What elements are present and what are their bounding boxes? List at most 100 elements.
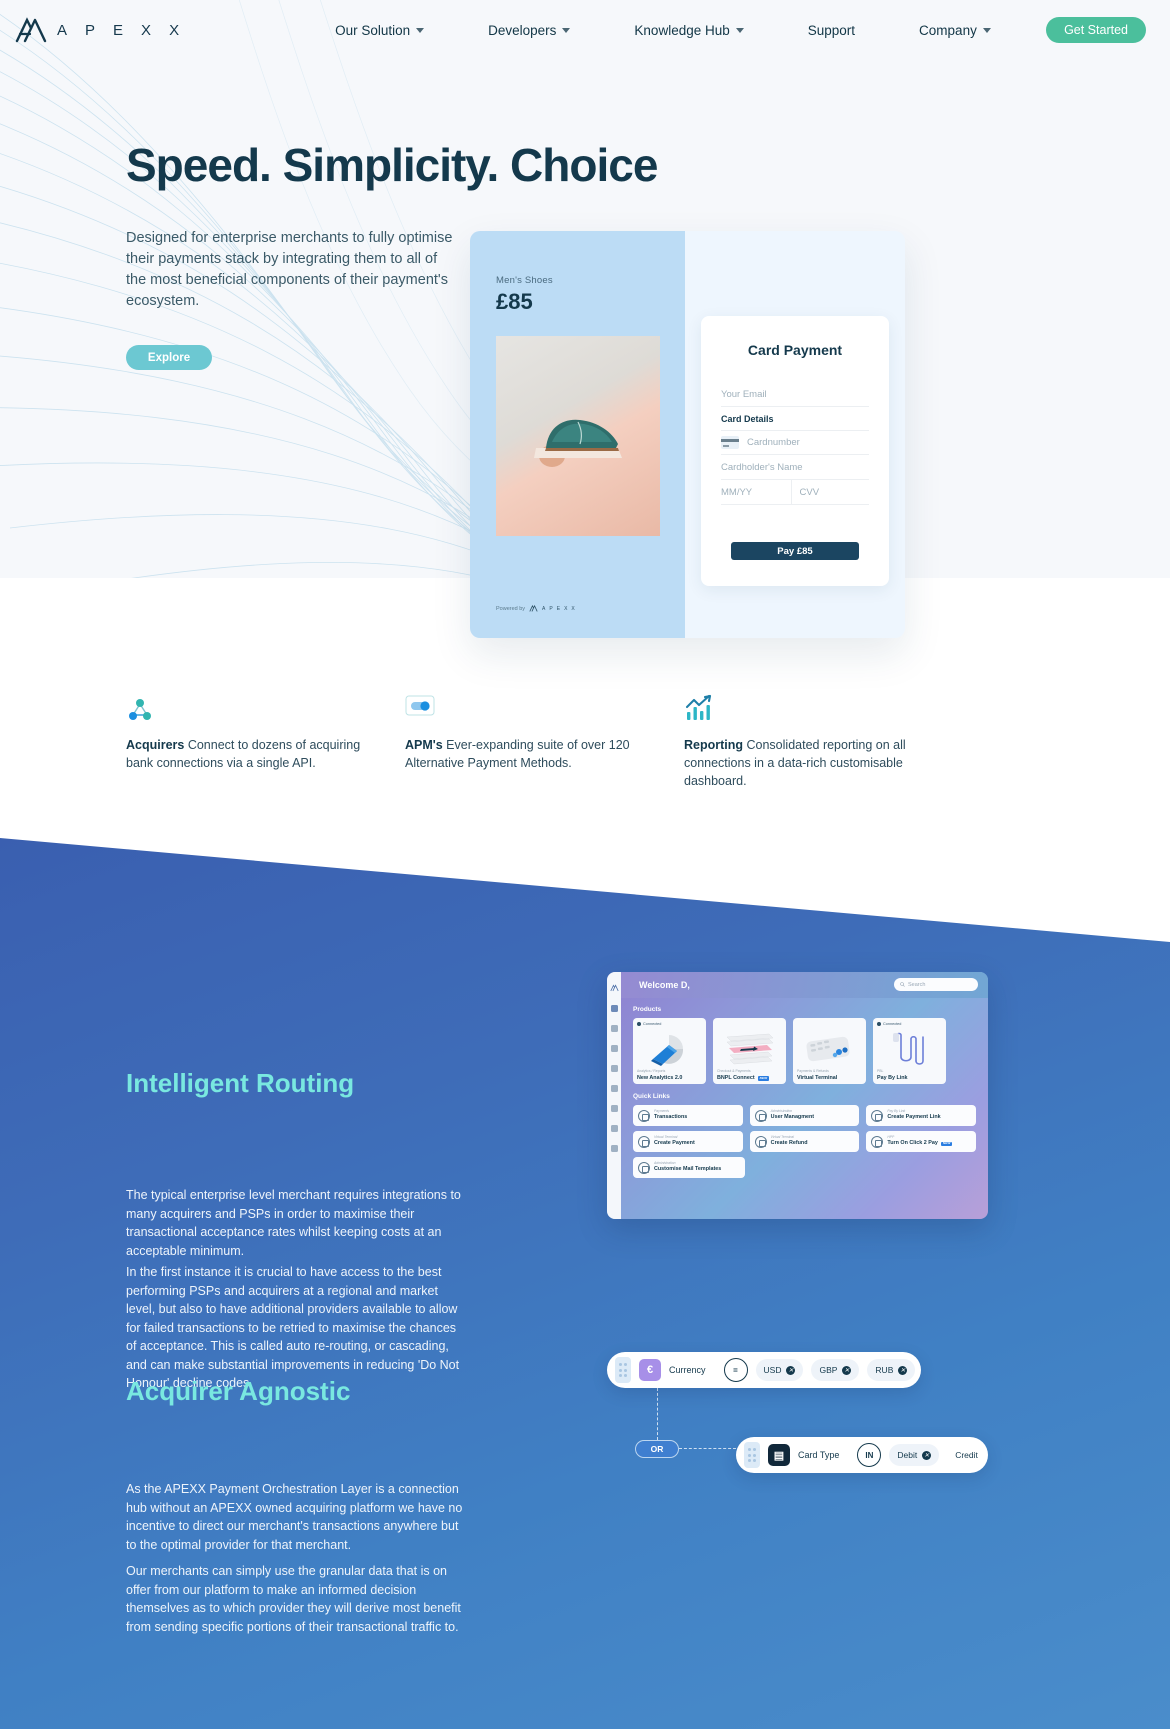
product-card[interactable]: Connected PBL Pay By Link [873, 1018, 946, 1084]
logo-letter-1: A [57, 21, 68, 39]
refund-icon [754, 1135, 767, 1148]
feature-title: Acquirers [126, 738, 185, 752]
card-details-label: Card Details [721, 407, 869, 431]
features-row: Acquirers Connect to dozens of acquiring… [0, 680, 1170, 840]
rail-icon-settings[interactable] [610, 1125, 618, 1132]
product-category: Analytics / Reports [637, 1069, 666, 1073]
rail-icon-links[interactable] [610, 1105, 618, 1112]
value-chip-usd[interactable]: USD ✕ [755, 1359, 804, 1381]
cardnumber-field[interactable]: Cardnumber [747, 437, 800, 448]
chip-label: Debit [897, 1450, 918, 1460]
chevron-down-icon [982, 27, 991, 33]
dashboard-search-input[interactable]: Search [894, 978, 978, 991]
dashboard-sidebar [607, 972, 621, 1219]
feature-text: Acquirers Connect to dozens of acquiring… [126, 736, 376, 772]
quick-link-text: Administration User Managment [771, 1109, 814, 1120]
rail-icon-dashboard[interactable] [610, 1005, 618, 1012]
product-category: Payments & Refunds [797, 1069, 829, 1073]
rule-operator[interactable]: = [723, 1358, 748, 1382]
intelligent-routing-title: Intelligent Routing [126, 1068, 355, 1098]
nav-label: Developers [488, 22, 557, 38]
payment-fields: Your Email Card Details Cardnumber Cardh… [721, 382, 869, 505]
quick-link-name: Create Payment Link [887, 1114, 941, 1121]
product-panel: Men's Shoes £85 Powered by A P E X X [470, 231, 685, 638]
value-chip-debit[interactable]: Debit ✕ [889, 1444, 940, 1466]
chip-label: Credit [955, 1450, 978, 1460]
powered-letter-3: E [556, 605, 561, 612]
payment-panel: Card Payment Your Email Card Details Car… [685, 231, 905, 638]
quick-links-row: Virtual Terminal Create Payment Virtual … [633, 1131, 977, 1152]
cvv-field[interactable]: CVV [792, 480, 870, 504]
apexx-small-logomark-icon [529, 605, 538, 612]
check-circle-icon [877, 1022, 881, 1026]
remove-icon[interactable]: ✕ [842, 1365, 852, 1375]
remove-icon[interactable]: ✕ [922, 1450, 932, 1460]
feature-reporting: Reporting Consolidated reporting on all … [684, 694, 934, 790]
email-field[interactable]: Your Email [721, 382, 869, 407]
or-connector[interactable]: OR [635, 1440, 679, 1458]
paperclip-illustration [893, 1032, 924, 1065]
search-icon [900, 982, 905, 987]
quick-link-item[interactable]: Virtual Terminal Create Refund [749, 1131, 860, 1152]
expiry-field[interactable]: MM/YY [721, 480, 792, 504]
value-chip-credit[interactable]: Credit [947, 1444, 986, 1466]
apexx-rail-logomark-icon [609, 984, 619, 992]
new-badge: NEW [757, 1075, 770, 1081]
network-nodes-icon [126, 694, 376, 726]
bar-chart-icon [684, 694, 934, 726]
value-chip-rub[interactable]: RUB ✕ [867, 1359, 916, 1381]
cardholder-name-field[interactable]: Cardholder's Name [721, 455, 869, 480]
rail-icon-reports[interactable] [610, 1025, 618, 1032]
terminal-illustration [806, 1036, 850, 1062]
nav-item-company[interactable]: Company [887, 23, 1023, 38]
quick-link-item[interactable]: Administration User Managment [749, 1105, 860, 1126]
drag-handle-icon[interactable] [615, 1357, 631, 1383]
product-card[interactable]: Payments & Refunds Virtual Terminal [793, 1018, 866, 1084]
search-placeholder: Search [908, 981, 926, 988]
rule-row-card-type[interactable]: ▤ Card Type IN Debit ✕ Credit [736, 1437, 988, 1473]
chip-label: USD [763, 1365, 782, 1375]
rail-icon-tools[interactable] [610, 1065, 618, 1072]
nav-label: Our Solution [335, 22, 411, 38]
rail-icon-support[interactable] [610, 1145, 618, 1152]
apexx-logo[interactable]: A P E X X [14, 17, 179, 43]
powered-letter-4: X [564, 605, 568, 612]
logo-letter-2: P [85, 21, 96, 39]
get-started-button[interactable]: Get Started [1046, 17, 1146, 43]
card-payment-title: Card Payment [747, 342, 843, 358]
chevron-down-icon [416, 27, 425, 33]
drag-handle-icon[interactable] [744, 1442, 760, 1468]
product-card[interactable]: Checkout & Payments BNPL Connect NEW [713, 1018, 786, 1084]
dashboard-welcome-text: Welcome D, [639, 980, 690, 990]
connected-badge: Connected [637, 1022, 661, 1026]
quick-link-item[interactable]: Virtual Terminal Create Payment [633, 1131, 743, 1152]
explore-button[interactable]: Explore [126, 345, 212, 370]
rail-icon-refresh[interactable] [610, 1085, 618, 1092]
quick-link-item[interactable]: Pay By Link Create Payment Link [866, 1105, 977, 1126]
nav-label: Knowledge Hub [634, 22, 730, 38]
pay-button[interactable]: Pay £85 [731, 542, 859, 560]
quick-link-item[interactable]: Payments Transactions [633, 1105, 743, 1126]
quick-links-row: Payments Transactions Administration Use… [633, 1105, 977, 1126]
nav-item-knowledge-hub[interactable]: Knowledge Hub [602, 23, 775, 38]
product-card[interactable]: Connected Analytics / Reports New Analyt… [633, 1018, 706, 1084]
cardnumber-row[interactable]: Cardnumber [721, 431, 869, 455]
quick-link-item[interactable]: Administration Customise Mail Templates [633, 1157, 745, 1178]
quick-link-category: Pay By Link [887, 1109, 906, 1114]
remove-icon[interactable]: ✕ [786, 1365, 796, 1375]
nav-item-developers[interactable]: Developers [456, 23, 602, 38]
rule-operator[interactable]: IN [857, 1443, 882, 1467]
remove-icon[interactable]: ✕ [898, 1365, 908, 1375]
rule-row-currency[interactable]: € Currency = USD ✕ GBP ✕ RUB ✕ [607, 1352, 921, 1388]
value-chip-gbp[interactable]: GBP ✕ [811, 1359, 860, 1381]
product-price: £85 [496, 289, 533, 314]
nav-item-support[interactable]: Support [776, 23, 887, 38]
quick-link-category: Virtual Terminal [654, 1135, 678, 1140]
quick-link-item[interactable]: HPP Turn On Click 2 Pay NEW [866, 1131, 977, 1152]
rail-icon-payments[interactable] [610, 1045, 618, 1052]
connector-line-vertical [657, 1388, 658, 1440]
nav-item-our-solution[interactable]: Our Solution [303, 23, 456, 38]
toggle-switch-icon [405, 694, 655, 726]
link-icon [871, 1109, 884, 1122]
acquirer-agnostic-title: Acquirer Agnostic [126, 1376, 351, 1406]
